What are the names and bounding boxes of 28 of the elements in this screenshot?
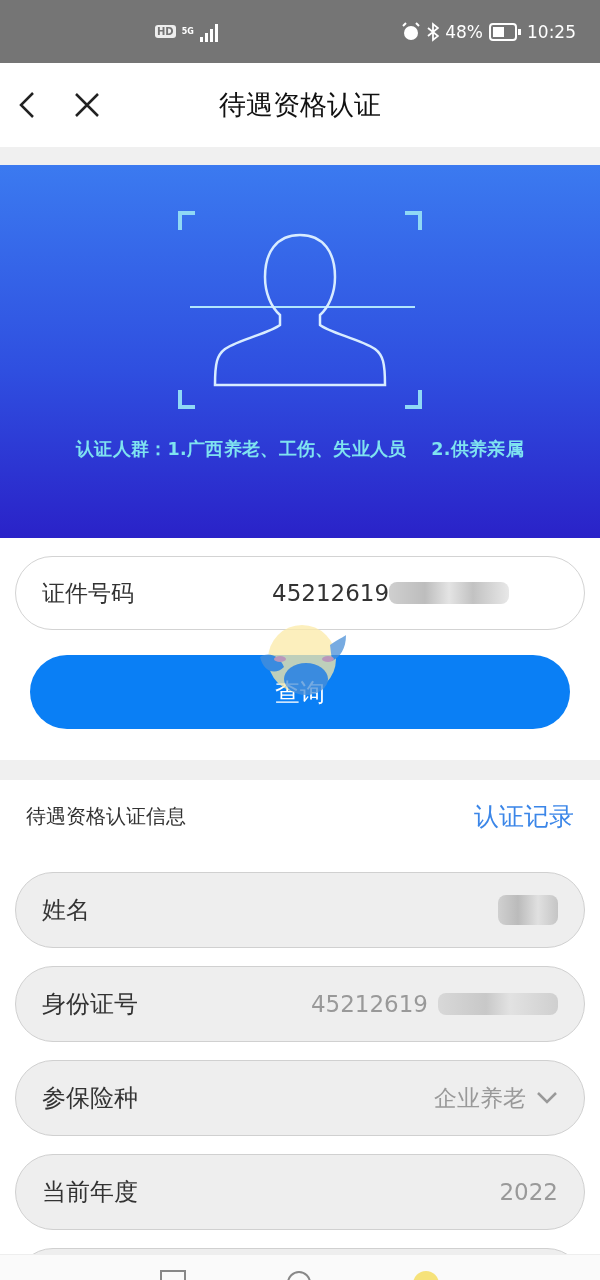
records-link[interactable]: 认证记录 — [474, 799, 574, 833]
section-title: 待遇资格认证信息 — [26, 802, 186, 830]
banner-caption: 认证人群：1.广西养老、工伤、失业人员 2.供养亲属 — [76, 438, 524, 461]
clock: 10:25 — [527, 21, 576, 42]
row-label: 当前年度 — [42, 1177, 138, 1208]
alarm-icon — [401, 21, 422, 42]
tab-icon[interactable] — [286, 1270, 312, 1280]
page-title: 待遇资格认证 — [219, 89, 381, 120]
row-label: 身份证号 — [42, 989, 138, 1020]
battery-percent: 48% — [445, 21, 483, 42]
row-value: 2022 — [499, 1179, 558, 1205]
chevron-down-icon — [536, 1091, 558, 1105]
row-value: 企业养老 — [434, 1083, 526, 1113]
battery-icon — [489, 22, 521, 41]
hd-voice-icon: HD — [155, 25, 176, 38]
row-label: 参保险种 — [42, 1083, 138, 1114]
id-number-field[interactable]: 证件号码 45212619 — [15, 556, 585, 630]
bluetooth-icon — [427, 21, 440, 42]
info-row[interactable]: 参保险种 企业养老 — [15, 1060, 585, 1136]
field-value: 45212619 — [272, 580, 390, 606]
row-label: 姓名 — [42, 895, 90, 926]
row-value: 45212619 — [310, 991, 428, 1017]
query-button[interactable]: 查询 — [30, 655, 570, 729]
close-icon — [74, 92, 100, 118]
back-icon — [18, 91, 36, 119]
network-type: 5G — [181, 27, 194, 36]
field-label: 证件号码 — [42, 578, 135, 608]
tab-icon[interactable] — [160, 1270, 186, 1280]
